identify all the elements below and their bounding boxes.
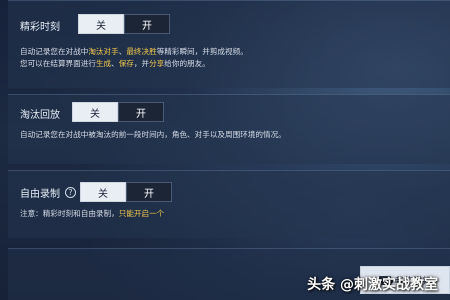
highlight-moments-title: 精彩时刻 <box>20 22 60 33</box>
elimination-replay-desc: 自动记录您在对战中被淘汰的前一段时间内，角色、对手以及周围环境的情况。 <box>20 130 286 139</box>
highlight-moments-desc-line2: 您可以在结算界面进行生成、保存，并分享给你的朋友。 <box>20 59 210 68</box>
help-icon[interactable]: ? <box>65 187 76 198</box>
highlight-moments-panel: 精彩时刻 关 开 自动记录您在对战中淘汰对手、最终决胜等精彩瞬间，并剪成视频。 … <box>8 0 450 88</box>
elimination-replay-title: 淘汰回放 <box>20 110 60 121</box>
elimination-replay-toggle[interactable]: 关 开 <box>72 102 164 122</box>
settings-screen: 精彩时刻 关 开 自动记录您在对战中淘汰对手、最终决胜等精彩瞬间，并剪成视频。 … <box>0 0 450 300</box>
highlight-moments-desc-line1: 自动记录您在对战中淘汰对手、最终决胜等精彩瞬间，并剪成视频。 <box>20 47 248 56</box>
free-record-title: 自由录制 <box>20 189 60 200</box>
my-videos-button[interactable]: 我的视频 <box>360 266 450 294</box>
elimination-replay-off-option[interactable]: 关 <box>72 102 118 122</box>
free-record-off-option[interactable]: 关 <box>80 182 126 202</box>
highlight-moments-on-option[interactable]: 开 <box>124 14 170 34</box>
highlight-moments-off-option[interactable]: 关 <box>78 14 124 34</box>
highlight-moments-toggle[interactable]: 关 开 <box>78 14 170 34</box>
my-videos-label: 我的视频 <box>394 276 431 287</box>
bottom-panel: 我的视频 <box>8 248 450 300</box>
elimination-replay-panel: 淘汰回放 关 开 自动记录您在对战中被淘汰的前一段时间内，角色、对手以及周围环境… <box>8 94 450 164</box>
free-record-toggle[interactable]: 关 开 <box>80 182 172 202</box>
free-record-on-option[interactable]: 开 <box>126 182 172 202</box>
video-camera-icon <box>378 275 395 285</box>
free-record-note: 注意：精彩时刻和自由录制，只能开启一个 <box>20 209 165 218</box>
free-record-panel: 自由录制 ? 关 开 注意：精彩时刻和自由录制，只能开启一个 <box>8 170 450 238</box>
elimination-replay-on-option[interactable]: 开 <box>118 102 164 122</box>
free-record-title-row: 自由录制 ? <box>20 185 76 200</box>
